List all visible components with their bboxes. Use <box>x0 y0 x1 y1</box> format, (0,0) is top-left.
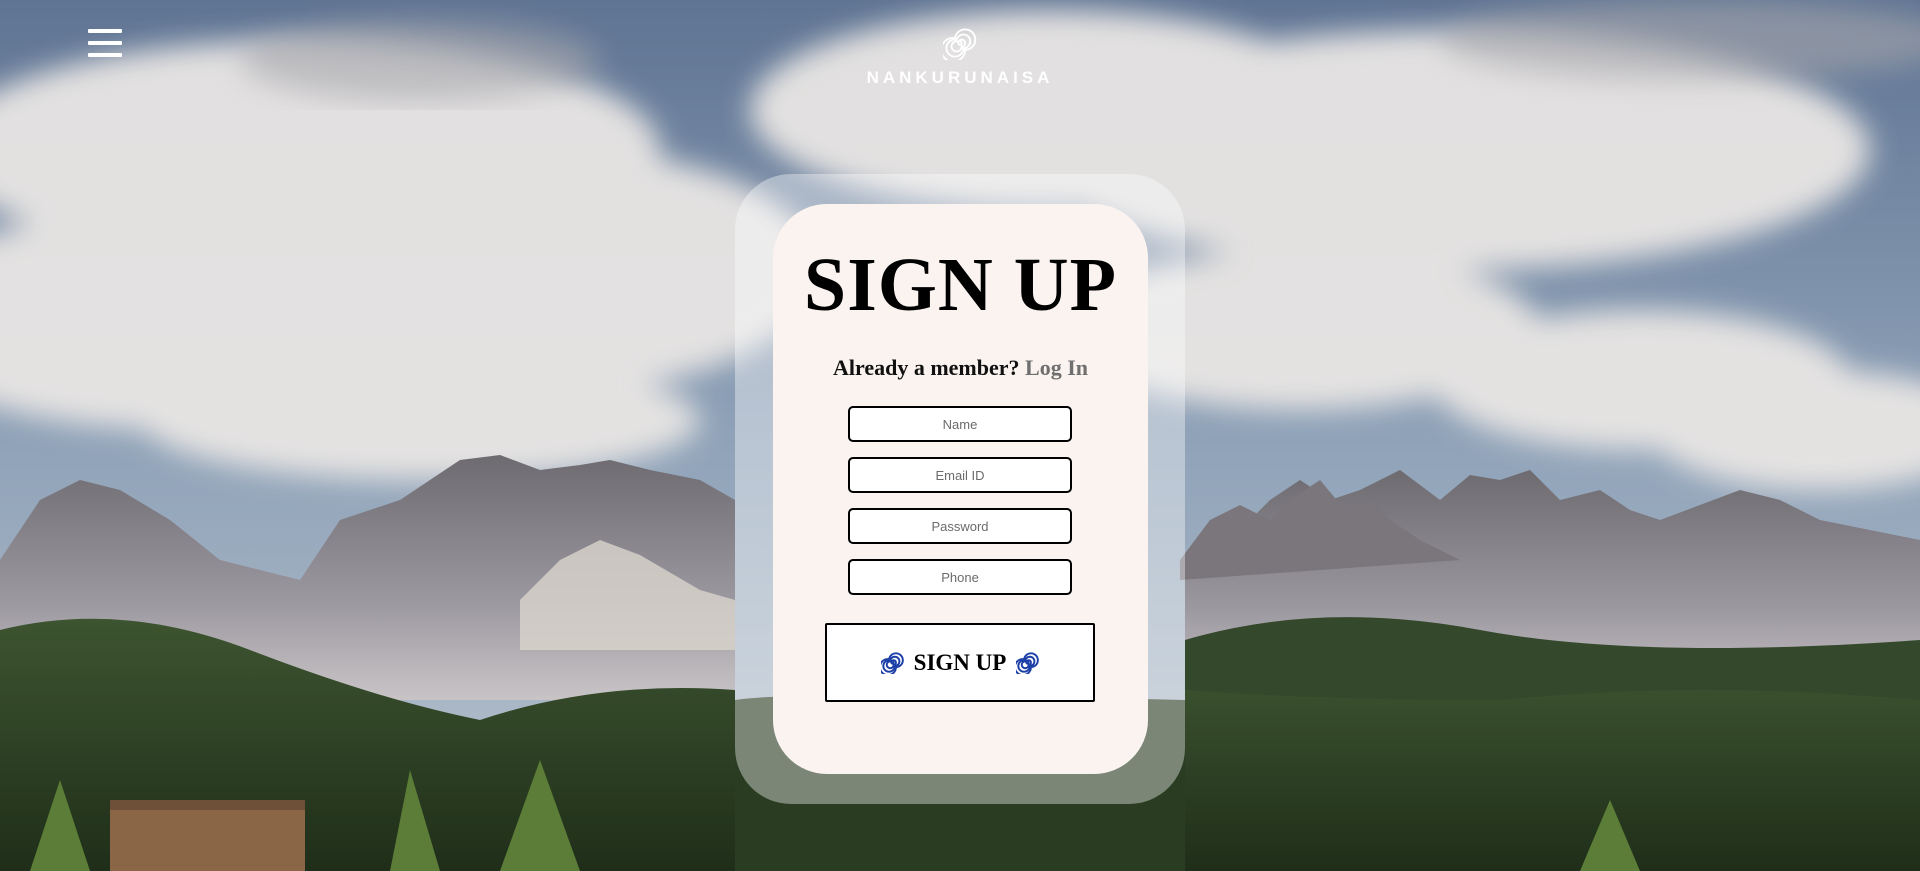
login-link[interactable]: Log In <box>1025 355 1088 380</box>
spiral-logo-icon <box>943 28 977 60</box>
member-prompt-text: Already a member? <box>832 355 1020 380</box>
blue-spiral-icon <box>880 652 904 674</box>
brand-name: NANKURUNAISA <box>866 68 1054 87</box>
signup-button[interactable]: SIGN UP <box>825 623 1095 702</box>
phone-field[interactable] <box>848 559 1072 595</box>
signup-button-label: SIGN UP <box>913 649 1007 675</box>
password-field[interactable] <box>848 508 1072 544</box>
brand-header[interactable]: NANKURUNAISA <box>860 26 1060 88</box>
member-prompt: Already a member? Log In <box>773 355 1148 381</box>
name-field[interactable] <box>848 406 1072 442</box>
menu-bar <box>88 29 122 33</box>
blue-spiral-icon <box>1016 652 1040 674</box>
menu-bar <box>88 53 122 57</box>
email-field[interactable] <box>848 457 1072 493</box>
page-title: SIGN UP <box>803 243 1118 327</box>
hamburger-menu-icon[interactable] <box>88 29 122 59</box>
menu-bar <box>88 41 122 45</box>
